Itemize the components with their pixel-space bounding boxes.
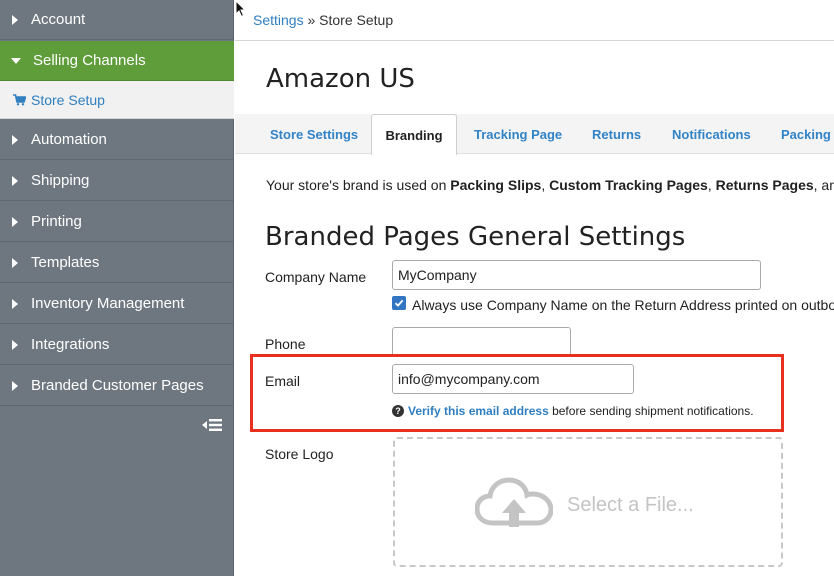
always-use-company-name-checkbox[interactable] xyxy=(392,296,406,310)
breadcrumb: Settings » Store Setup xyxy=(253,12,393,28)
question-circle-icon: ? xyxy=(392,405,404,417)
sidebar-item-label: Templates xyxy=(31,254,100,271)
sidebar-item-printing[interactable]: Printing xyxy=(0,202,234,242)
company-name-input[interactable]: MyCompany xyxy=(392,260,761,290)
sidebar-item-templates[interactable]: Templates xyxy=(0,243,234,283)
top-bar: Settings » Store Setup xyxy=(235,0,834,41)
checkmark-icon xyxy=(394,299,404,307)
cart-icon xyxy=(13,93,26,105)
breadcrumb-settings-link[interactable]: Settings xyxy=(253,12,304,28)
email-input[interactable]: info@mycompany.com xyxy=(392,364,634,394)
breadcrumb-current: Store Setup xyxy=(319,12,394,28)
mouse-cursor-icon xyxy=(235,0,247,18)
sidebar-item-automation[interactable]: Automation xyxy=(0,120,234,160)
sidebar-item-inventory-management[interactable]: Inventory Management xyxy=(0,284,234,324)
sidebar-item-selling-channels[interactable]: Selling Channels xyxy=(0,41,234,81)
sidebar-item-label: Integrations xyxy=(31,336,110,353)
always-use-company-name-label: Always use Company Name on the Return Ad… xyxy=(412,297,834,313)
sidebar-item-shipping[interactable]: Shipping xyxy=(0,161,234,201)
intro-separator: , and xyxy=(813,177,834,193)
company-name-label: Company Name xyxy=(265,269,367,285)
tab-store-settings[interactable]: Store Settings xyxy=(270,114,358,154)
cloud-upload-icon xyxy=(475,477,553,527)
email-label: Email xyxy=(265,373,301,389)
intro-separator: , xyxy=(541,177,550,193)
tab-tracking-page[interactable]: Tracking Page xyxy=(474,114,562,154)
intro-custom-tracking-pages: Custom Tracking Pages xyxy=(549,177,708,193)
sidebar-item-label: Shipping xyxy=(31,172,90,189)
tab-packing-slips[interactable]: Packing S xyxy=(781,114,834,154)
phone-input[interactable] xyxy=(392,327,571,357)
sidebar-item-label: Printing xyxy=(31,213,82,230)
caret-right-icon xyxy=(12,257,18,268)
verify-email-suffix: before sending shipment notifications. xyxy=(548,404,754,418)
intro-returns-pages: Returns Pages xyxy=(715,177,814,193)
caret-right-icon xyxy=(12,339,18,350)
store-logo-dropzone[interactable]: Select a File... xyxy=(393,437,783,567)
branding-intro-text: Your store's brand is used on Packing Sl… xyxy=(266,177,834,193)
caret-right-icon xyxy=(12,216,18,227)
sidebar-item-label: Account xyxy=(31,11,86,28)
dropzone-text: Select a File... xyxy=(567,494,694,516)
sidebar-item-integrations[interactable]: Integrations xyxy=(0,325,234,365)
sidebar-item-account[interactable]: Account xyxy=(0,0,234,40)
caret-right-icon xyxy=(12,14,18,25)
caret-right-icon xyxy=(12,380,18,391)
verify-email-note: ? Verify this email address before sendi… xyxy=(392,404,754,418)
tab-returns[interactable]: Returns xyxy=(592,114,641,154)
sidebar-subitem-store-setup[interactable]: Store Setup xyxy=(0,81,234,119)
collapse-sidebar-icon[interactable] xyxy=(202,418,222,432)
verify-email-link[interactable]: Verify this email address xyxy=(408,404,549,418)
tab-branding[interactable]: Branding xyxy=(371,114,457,155)
caret-right-icon xyxy=(12,298,18,309)
sidebar: Account Selling Channels Store Setup Aut… xyxy=(0,0,234,576)
caret-down-icon xyxy=(11,57,21,64)
phone-label: Phone xyxy=(265,336,306,352)
intro-separator: , xyxy=(707,177,716,193)
breadcrumb-separator: » xyxy=(303,12,320,28)
sidebar-item-label: Inventory Management xyxy=(31,295,185,312)
sidebar-item-branded-customer-pages[interactable]: Branded Customer Pages xyxy=(0,366,234,406)
sidebar-item-label: Automation xyxy=(31,131,107,148)
intro-packing-slips: Packing Slips xyxy=(450,177,542,193)
sidebar-item-label: Selling Channels xyxy=(33,52,146,69)
section-title: Branded Pages General Settings xyxy=(265,222,686,252)
sidebar-subitem-label: Store Setup xyxy=(31,91,105,108)
intro-text: Your store's brand is used on xyxy=(266,177,451,193)
page-title: Amazon US xyxy=(266,64,415,94)
sidebar-item-label: Branded Customer Pages xyxy=(31,377,204,394)
caret-right-icon xyxy=(12,134,18,145)
tab-notifications[interactable]: Notifications xyxy=(672,114,751,154)
store-logo-label: Store Logo xyxy=(265,446,334,462)
caret-right-icon xyxy=(12,175,18,186)
